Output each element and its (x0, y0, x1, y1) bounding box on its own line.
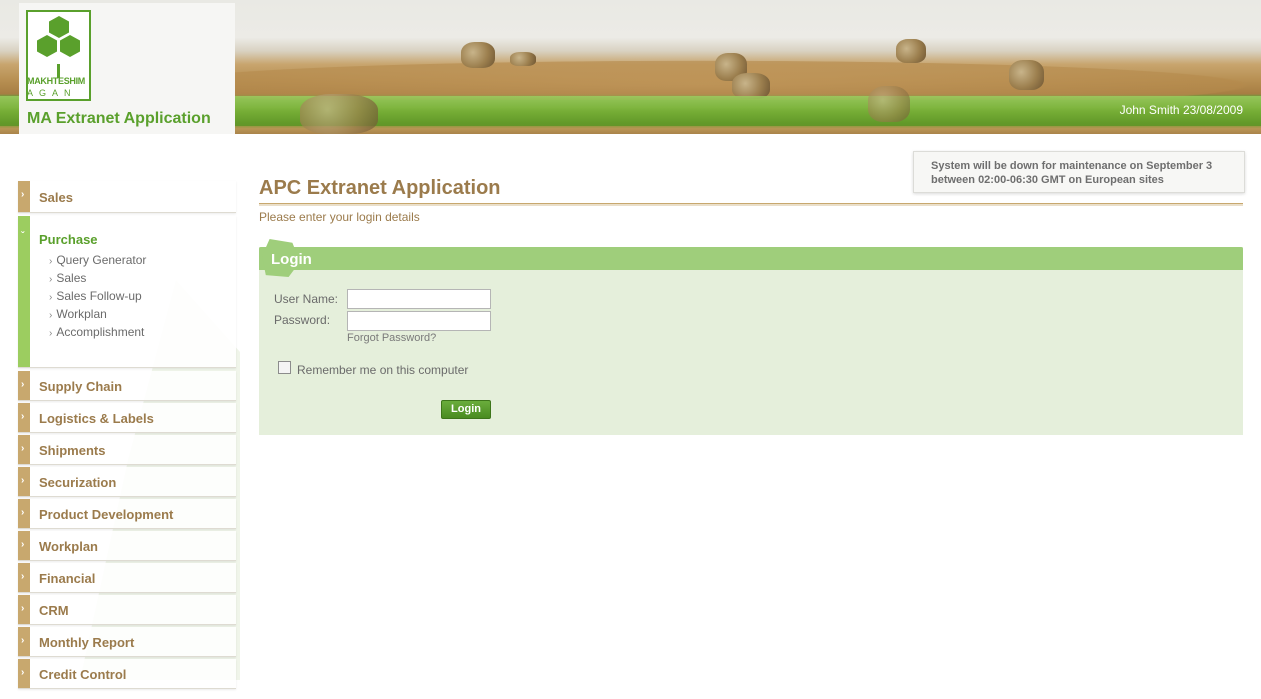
page-subtitle: Please enter your login details (259, 210, 420, 224)
submenu-label: Query Generator (56, 253, 147, 267)
remember-me-checkbox[interactable] (278, 361, 291, 374)
sidebar-item-logistics-labels[interactable]: › Logistics & Labels (18, 403, 236, 433)
chevron-right-icon: › (21, 411, 25, 422)
maintenance-notice: System will be down for maintenance on S… (913, 151, 1245, 193)
logo-hexagon-icon (49, 16, 69, 38)
nav-tab: › (18, 499, 30, 528)
sidebar-item-label: Securization (39, 475, 117, 490)
purchase-submenu: › Query Generator › Sales › Sales Follow-up… (49, 253, 146, 343)
app-title: MA Extranet Application (27, 110, 211, 127)
chevron-right-icon: › (21, 443, 25, 454)
sidebar-item-credit-control[interactable]: › Credit Control (18, 659, 236, 689)
sidebar-item-sales[interactable]: › Sales (18, 181, 236, 213)
nav-tab: › (18, 627, 30, 656)
nav-tab: › (18, 467, 30, 496)
submenu-item-sales[interactable]: › Sales (49, 271, 146, 289)
hay-bale (868, 86, 910, 122)
sidebar-item-label: Logistics & Labels (39, 411, 154, 426)
chevron-right-icon: › (21, 475, 25, 486)
chevron-right-icon: › (49, 328, 53, 339)
logo-hexagon-icon (37, 35, 57, 57)
nav-tab: › (18, 659, 30, 688)
chevron-right-icon: › (49, 292, 53, 303)
chevron-right-icon: › (21, 603, 25, 614)
submenu-item-sales-follow-up[interactable]: › Sales Follow-up (49, 289, 146, 307)
hay-bale (300, 94, 378, 134)
hay-bale (896, 39, 926, 63)
logo-wordmark-bottom: AGAN (27, 88, 77, 98)
nav-tab: › (18, 371, 30, 400)
sidebar-item-label: Shipments (39, 443, 106, 458)
submenu-item-workplan[interactable]: › Workplan (49, 307, 146, 325)
notice-line: between 02:00-06:30 GMT on European site… (931, 174, 1164, 186)
logo-wordmark-top: MAKHTESHIM (27, 76, 85, 86)
user-info: John Smith 23/08/2009 (1119, 103, 1243, 117)
submenu-item-query-generator[interactable]: › Query Generator (49, 253, 146, 271)
username-label: User Name: (274, 292, 339, 306)
hay-bale (510, 52, 536, 66)
submenu-label: Sales Follow-up (56, 289, 142, 303)
login-panel: Login User Name: Password: Forgot Passwo… (259, 239, 1243, 435)
chevron-right-icon: › (49, 274, 53, 285)
page-title: APC Extranet Application (259, 177, 501, 199)
sidebar-item-label: Product Development (39, 507, 174, 522)
sidebar-item-label: Sales (39, 190, 73, 205)
login-panel-header: Login (259, 239, 1243, 277)
submenu-label: Sales (56, 271, 87, 285)
submenu-label: Workplan (56, 307, 107, 321)
sidebar-item-label: Workplan (39, 539, 98, 554)
sidebar-item-shipments[interactable]: › Shipments (18, 435, 236, 465)
banner-green-band (235, 96, 1261, 126)
nav-tab: › (18, 181, 30, 212)
sidebar-item-supply-chain[interactable]: › Supply Chain (18, 371, 236, 401)
sidebar-item-workplan[interactable]: › Workplan (18, 531, 236, 561)
logo-panel: MAKHTESHIM AGAN MA Extranet Application (19, 3, 235, 134)
chevron-right-icon: › (21, 635, 25, 646)
submenu-item-accomplishment[interactable]: › Accomplishment (49, 325, 146, 343)
sidebar-item-label: Monthly Report (39, 635, 135, 650)
password-label: Password: (274, 313, 331, 327)
sidebar-item-label: Purchase (39, 232, 98, 247)
chevron-right-icon: › (49, 310, 53, 321)
sidebar-item-crm[interactable]: › CRM (18, 595, 236, 625)
hay-bale (1009, 60, 1044, 90)
password-input[interactable] (347, 311, 491, 331)
sidebar-item-label: Supply Chain (39, 379, 123, 394)
submenu-label: Accomplishment (56, 325, 145, 339)
login-button[interactable]: Login (441, 400, 491, 419)
chevron-right-icon: › (21, 571, 25, 582)
nav-tab: › (18, 403, 30, 432)
chevron-right-icon: › (21, 667, 25, 678)
sidebar-nav: › Sales ˇ Purchase › Query Generator › Sal… (18, 181, 236, 691)
header-banner: MAKHTESHIM AGAN MA Extranet Application … (0, 0, 1261, 134)
chevron-right-icon: › (49, 256, 53, 267)
forgot-password-link[interactable]: Forgot Password? (347, 332, 436, 344)
nav-tab-active: ˇ (18, 216, 30, 367)
sidebar-item-product-development[interactable]: › Product Development (18, 499, 236, 529)
remember-me-label: Remember me on this computer (297, 363, 469, 377)
sidebar-item-financial[interactable]: › Financial (18, 563, 236, 593)
login-title: Login (271, 251, 312, 268)
logo-hexagon-icon (60, 35, 80, 57)
hay-bale (461, 42, 495, 68)
chevron-right-icon: › (21, 507, 25, 518)
nav-tab: › (18, 563, 30, 592)
notice-line: System will be down for maintenance on S… (931, 160, 1213, 172)
chevron-right-icon: › (21, 539, 25, 550)
nav-tab: › (18, 595, 30, 624)
chevron-right-icon: › (21, 189, 25, 200)
nav-tab: › (18, 531, 30, 560)
sidebar-item-purchase[interactable]: ˇ Purchase › Query Generator › Sales › Sale… (18, 216, 236, 368)
title-divider (259, 203, 1243, 206)
chevron-right-icon: › (21, 379, 25, 390)
sidebar-item-securization[interactable]: › Securization (18, 467, 236, 497)
nav-tab: › (18, 435, 30, 464)
username-input[interactable] (347, 289, 491, 309)
sidebar-item-label: Financial (39, 571, 96, 586)
sidebar-item-label: Credit Control (39, 667, 127, 682)
chevron-down-icon: ˇ (21, 231, 25, 242)
sidebar-item-label: CRM (39, 603, 69, 618)
sidebar-item-monthly-report[interactable]: › Monthly Report (18, 627, 236, 657)
